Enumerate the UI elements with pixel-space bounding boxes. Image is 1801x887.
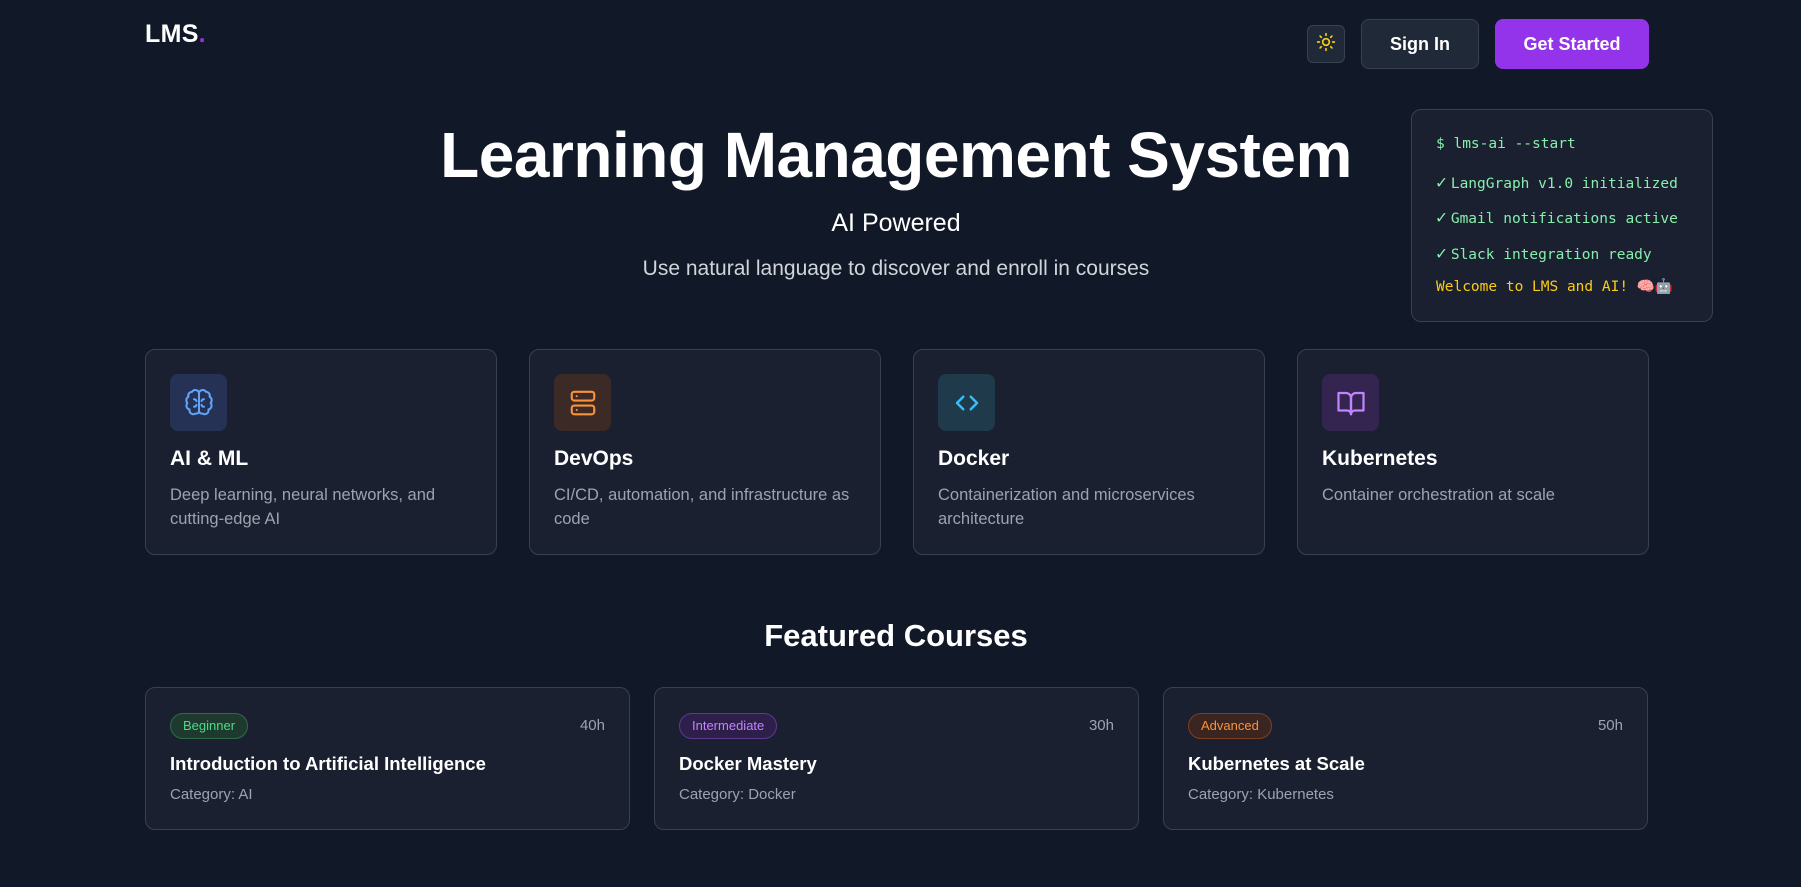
featured-courses-heading: Featured Courses xyxy=(764,618,1028,653)
terminal-welcome: Welcome to LMS and AI! 🧠🤖 xyxy=(1436,279,1673,295)
terminal-line-text: LangGraph v1.0 initialized xyxy=(1450,175,1678,192)
category-card-devops[interactable]: DevOps CI/CD, automation, and infrastruc… xyxy=(529,349,881,555)
level-badge: Beginner xyxy=(170,713,249,739)
terminal-panel: $ lms-ai --start ✓ LangGraph v1.0 initial… xyxy=(1411,109,1713,322)
level-badge: Intermediate xyxy=(679,713,778,739)
category-title: AI & ML xyxy=(170,447,249,470)
terminal-line-text: Gmail notifications active xyxy=(1450,211,1678,227)
theme-toggle-button[interactable] xyxy=(1307,25,1345,63)
course-category: Category: Docker xyxy=(679,786,796,803)
course-title: Kubernetes at Scale xyxy=(1188,753,1365,774)
course-title: Docker Mastery xyxy=(679,753,817,774)
terminal-line: ✓ Gmail notifications active xyxy=(1436,207,1712,243)
category-description: Containerization and microservices archi… xyxy=(938,486,1195,528)
course-card[interactable]: Beginner 40h Introduction to Artificial … xyxy=(145,687,630,830)
landing-page: LMS. Sign In Get Started Learning Manage… xyxy=(0,0,1801,887)
category-card-ai-ml[interactable]: AI & ML Deep learning, neural networks, … xyxy=(145,349,497,555)
terminal-line: ✓ LangGraph v1.0 initialized xyxy=(1436,172,1712,208)
check-icon: ✓ xyxy=(1436,171,1447,193)
course-duration: 40h xyxy=(579,717,605,734)
check-icon: ✓ xyxy=(1436,207,1447,228)
category-description: CI/CD, automation, and infrastructure as… xyxy=(554,486,850,528)
category-card-docker[interactable]: Docker Containerization and microservice… xyxy=(913,349,1265,555)
get-started-button[interactable]: Get Started xyxy=(1495,19,1649,69)
terminal-command: $ lms-ai --start xyxy=(1436,136,1576,152)
category-description: Deep learning, neural networks, and cutt… xyxy=(170,486,436,528)
course-card[interactable]: Intermediate 30h Docker Mastery Category… xyxy=(654,687,1139,830)
server-icon xyxy=(554,374,611,431)
course-duration: 50h xyxy=(1597,717,1623,734)
course-card[interactable]: Advanced 50h Kubernetes at Scale Categor… xyxy=(1163,687,1648,830)
logo[interactable]: LMS. xyxy=(145,20,206,49)
check-icon: ✓ xyxy=(1436,242,1447,264)
category-title: Docker xyxy=(938,447,1010,470)
category-description: Container orchestration at scale xyxy=(1322,486,1555,504)
terminal-line: ✓ Slack integration ready xyxy=(1436,243,1712,279)
category-title: Kubernetes xyxy=(1322,447,1438,470)
category-card-kubernetes[interactable]: Kubernetes Container orchestration at sc… xyxy=(1297,349,1649,555)
logo-dot: . xyxy=(198,20,206,48)
sun-icon xyxy=(1316,32,1336,57)
sign-in-button[interactable]: Sign In xyxy=(1361,19,1479,69)
course-duration: 30h xyxy=(1088,717,1114,734)
course-category: Category: Kubernetes xyxy=(1188,786,1334,803)
code-icon xyxy=(938,374,995,431)
logo-text: LMS xyxy=(145,20,199,48)
level-badge: Advanced xyxy=(1188,713,1272,739)
brain-icon xyxy=(170,374,227,431)
terminal-line-text: Slack integration ready xyxy=(1450,246,1652,263)
book-open-icon xyxy=(1322,374,1379,431)
course-category: Category: AI xyxy=(170,786,253,803)
category-title: DevOps xyxy=(554,447,634,470)
course-title: Introduction to Artificial Intelligence xyxy=(170,753,486,774)
